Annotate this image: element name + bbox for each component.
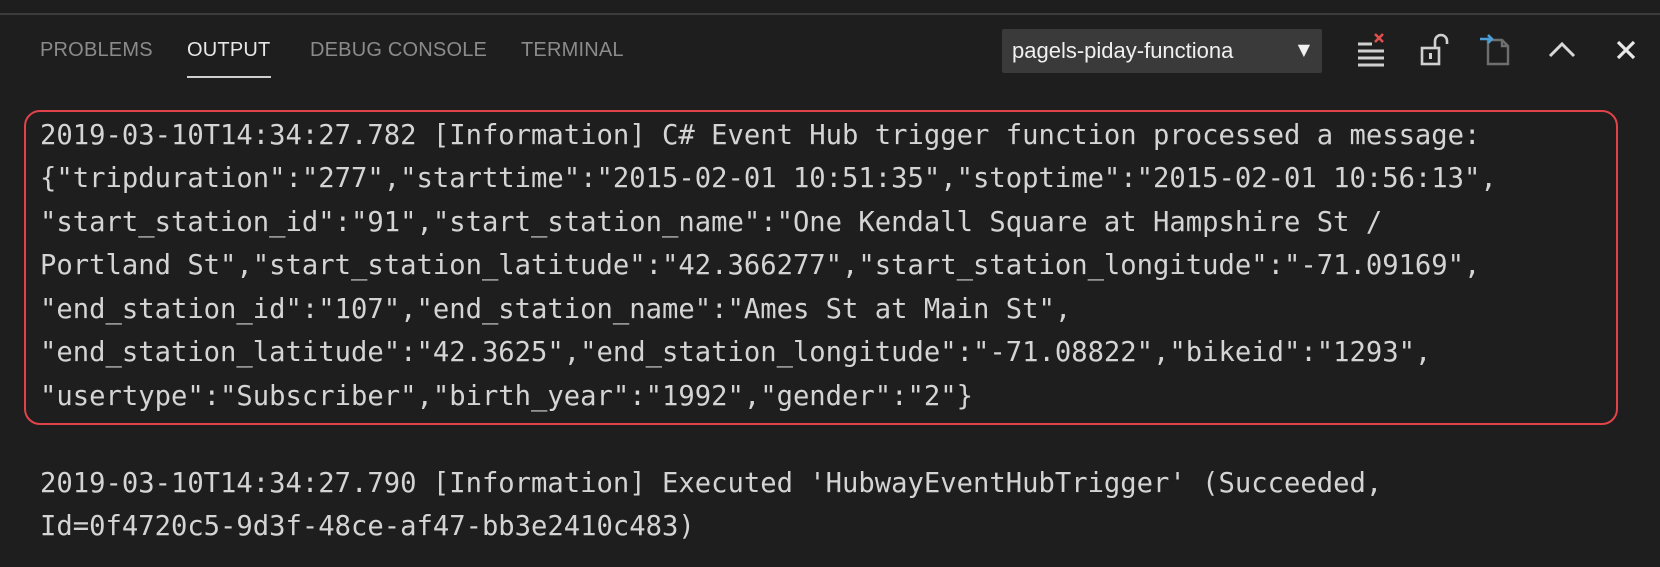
log-line: {"tripduration":"277","starttime":"2015-…	[40, 163, 1497, 194]
lock-scroll-icon[interactable]	[1414, 30, 1454, 70]
log-line: 2019-03-10T14:34:27.782 [Information] C#…	[40, 120, 1481, 151]
tab-problems[interactable]: PROBLEMS	[40, 39, 153, 62]
log-line: Portland St","start_station_latitude":"4…	[40, 250, 1481, 281]
log-line: Id=0f4720c5-9d3f-48ce-af47-bb3e2410c483)	[40, 511, 695, 542]
log-line: "end_station_latitude":"42.3625","end_st…	[40, 337, 1432, 368]
log-line: 2019-03-10T14:34:27.790 [Information] Ex…	[40, 468, 1383, 499]
tab-debug-console[interactable]: DEBUG CONSOLE	[310, 39, 487, 62]
chevron-down-icon: ▼	[1297, 40, 1310, 59]
maximize-panel-icon[interactable]	[1542, 30, 1582, 70]
log-line: "end_station_id":"107","end_station_name…	[40, 294, 1072, 325]
log-line: "usertype":"Subscriber","birth_year":"19…	[40, 381, 973, 412]
active-tab-indicator	[187, 76, 271, 78]
log-line: "start_station_id":"91","start_station_n…	[40, 207, 1383, 238]
clear-output-icon[interactable]	[1350, 30, 1390, 70]
output-channel-value: pagels-piday-functiona	[1012, 38, 1234, 63]
open-log-file-icon[interactable]	[1476, 30, 1516, 70]
tab-output[interactable]: OUTPUT	[187, 39, 270, 62]
close-panel-icon[interactable]	[1606, 30, 1646, 70]
output-log[interactable]: 2019-03-10T14:34:27.782 [Information] C#…	[0, 85, 1660, 567]
tab-terminal[interactable]: TERMINAL	[521, 39, 624, 62]
output-channel-select[interactable]: pagels-piday-functiona ▼	[1002, 29, 1322, 73]
panel-header: PROBLEMS OUTPUT DEBUG CONSOLE TERMINAL p…	[0, 15, 1660, 85]
